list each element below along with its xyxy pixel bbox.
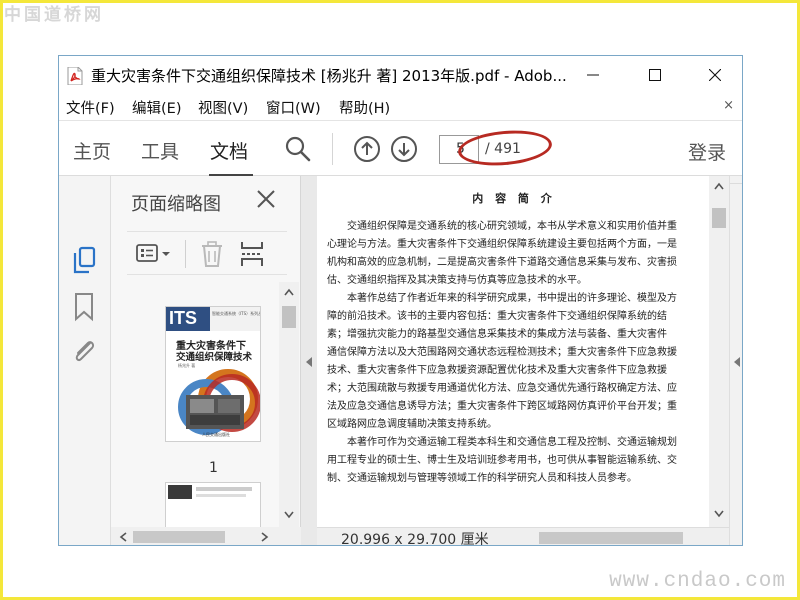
scroll-left-arrow-icon[interactable] xyxy=(119,532,127,542)
title-bar: 重大灾害条件下交通组织保障技术 [杨兆升 著] 2013年版.pdf - Ado… xyxy=(59,56,742,94)
maximize-icon xyxy=(649,69,661,81)
text-line: 心理论与方法。重大灾害条件下交通组织保障系统建设主要包括两个方面，一是 xyxy=(327,239,677,250)
close-icon xyxy=(709,69,721,81)
status-bar: 20.996 x 29.700 厘米 xyxy=(317,527,729,546)
main-toolbar: 主页 工具 文档 5 / 491 登录 xyxy=(59,120,742,177)
right-pane-collapsed xyxy=(729,176,742,545)
text-line: 用工程专业的硕士生、博士生及培训班参考用书，也可供从事智能运输系统、交 xyxy=(327,455,677,466)
delete-page-icon[interactable] xyxy=(199,240,225,268)
right-pane-divider xyxy=(730,176,742,184)
cover-publisher: 人民交通出版社 xyxy=(202,432,230,437)
panel-splitter[interactable] xyxy=(301,176,317,545)
menu-window[interactable]: 窗口(W) xyxy=(266,97,321,118)
menu-view[interactable]: 视图(V) xyxy=(198,97,248,118)
paragraph-2: 本著作总结了作者近年来的科学研究成果，书中提出的许多理论、模型及方 障的前沿技术… xyxy=(327,290,711,434)
tab-document[interactable]: 文档 xyxy=(210,137,248,164)
menu-bar: 文件(F) 编辑(E) 视图(V) 窗口(W) 帮助(H) × xyxy=(59,94,742,120)
left-rail xyxy=(59,176,111,545)
cover-logo-text: ITS xyxy=(169,308,198,328)
panel-scroll-thumb[interactable] xyxy=(282,306,296,328)
panel-close-icon[interactable] xyxy=(255,188,277,210)
toolbar-separator xyxy=(332,133,333,165)
menu-help[interactable]: 帮助(H) xyxy=(339,97,390,118)
panel-toolbar-separator xyxy=(185,240,186,268)
tab-home[interactable]: 主页 xyxy=(73,137,111,164)
document-view: 内 容 简 介 交通组织保障是交通系统的核心研究领域，本书从学术意义和实用价值并… xyxy=(317,176,729,546)
scroll-down-arrow-icon[interactable] xyxy=(714,510,724,518)
cover-author: 杨兆升 著 xyxy=(178,363,196,368)
cover-series-text: 智能交通系统（ITS）系列丛书 xyxy=(212,311,260,316)
text-line: 本著作可作为交通运输工程类本科生和交通信息工程及控制、交通运输规划 xyxy=(327,437,677,448)
panel-horizontal-scrollbar[interactable] xyxy=(111,527,301,545)
document-hscroll-thumb[interactable] xyxy=(539,532,683,544)
menu-edit[interactable]: 编辑(E) xyxy=(132,97,181,118)
scroll-down-arrow-icon[interactable] xyxy=(284,511,294,519)
thumbnail-panel: 页面缩略图 ITS 智能交通系统（ITS）系列 重大灾害条件下 交通组织保障技术… xyxy=(111,176,301,545)
text-line: 区域路网应急调度辅助决策支持系统。 xyxy=(327,419,497,430)
panel-hscroll-thumb[interactable] xyxy=(133,531,225,543)
document-heading: 内 容 简 介 xyxy=(472,192,556,205)
window-title: 重大灾害条件下交通组织保障技术 [杨兆升 著] 2013年版.pdf - Ado… xyxy=(91,67,567,85)
insert-page-icon[interactable] xyxy=(239,240,265,268)
panel-title: 页面缩略图 xyxy=(131,194,221,215)
thumbnail-2-line xyxy=(196,494,246,497)
text-line: 术；大范围疏散与救援专用通道优化方法、应急交通优先通行路权确定方法、应 xyxy=(327,383,677,394)
close-window-button[interactable] xyxy=(695,60,735,90)
document-page: 内 容 简 介 交通组织保障是交通系统的核心研究领域，本书从学术意义和实用价值并… xyxy=(317,176,711,527)
document-vertical-scrollbar[interactable] xyxy=(709,176,729,527)
text-line: 制、交通运输规划与管理等领域工作的科学研究人员和科技人员参考。 xyxy=(327,473,637,484)
close-document-button[interactable]: × xyxy=(723,98,734,113)
panel-vertical-scrollbar[interactable] xyxy=(279,282,299,527)
search-icon[interactable] xyxy=(284,135,312,163)
collapse-panel-arrow-icon[interactable] xyxy=(305,356,313,368)
page-thumbnails-icon[interactable] xyxy=(71,246,97,276)
red-highlight-ellipse xyxy=(456,126,554,170)
page-size-label: 20.996 x 29.700 厘米 xyxy=(341,532,489,546)
thumbnail-options-icon[interactable] xyxy=(135,242,173,266)
text-line: 估、交通组织指挥及其决策支持与仿真等应急技术的水平。 xyxy=(327,275,587,286)
text-line: 素；增强抗灾能力的路基型交通信息采集技术的集成方法与装备、重大灾害件 xyxy=(327,329,667,340)
page-up-icon[interactable] xyxy=(353,135,381,163)
thumbnail-list: ITS 智能交通系统（ITS）系列丛书 重大灾害条件下 交通组织保障技术 杨兆升… xyxy=(111,282,301,527)
minimize-button[interactable] xyxy=(573,60,613,90)
text-line: 交通组织保障是交通系统的核心研究领域，本书从学术意义和实用价值并重 xyxy=(327,221,677,232)
thumbnail-label: 1 xyxy=(209,460,218,476)
text-line: 技术、重大灾害条件下应急救援资源配置优化技术及重大灾害条件下应急救援 xyxy=(327,365,667,376)
paragraph-3: 本著作可作为交通运输工程类本科生和交通信息工程及控制、交通运输规划 用工程专业的… xyxy=(327,434,711,488)
maximize-button[interactable] xyxy=(635,60,675,90)
text-line: 障的前沿技术。该书的主要内容包括：重大灾害条件下交通组织保障系统的结 xyxy=(327,311,667,322)
document-scroll-thumb[interactable] xyxy=(712,208,726,228)
scroll-right-arrow-icon[interactable] xyxy=(261,532,269,542)
watermark-top: 中国道桥网 xyxy=(4,5,104,25)
thumbnail-2-graphic xyxy=(168,485,192,499)
watermark-bottom: www.cndao.com xyxy=(609,570,786,593)
text-line: 法及应急交通信息诱导方法；重大灾害条件下跨区域路网仿真评价平台开发；重 xyxy=(327,401,677,412)
attachment-icon[interactable] xyxy=(70,336,98,366)
pdf-file-icon xyxy=(67,67,83,85)
paragraph-1: 交通组织保障是交通系统的核心研究领域，本书从学术意义和实用价值并重 心理论与方法… xyxy=(327,218,711,290)
acrobat-window: 重大灾害条件下交通组织保障技术 [杨兆升 著] 2013年版.pdf - Ado… xyxy=(58,55,743,546)
cover-title-line-2: 交通组织保障技术 xyxy=(176,352,253,363)
page-thumbnail-2[interactable] xyxy=(165,482,261,527)
panel-toolbar xyxy=(127,231,287,275)
scroll-up-arrow-icon[interactable] xyxy=(284,288,294,296)
menu-file[interactable]: 文件(F) xyxy=(66,97,115,118)
thumbnail-2-line xyxy=(196,487,252,491)
bookmark-icon[interactable] xyxy=(73,292,95,322)
login-button[interactable]: 登录 xyxy=(688,138,726,165)
tab-tools[interactable]: 工具 xyxy=(141,137,179,164)
text-line: 本著作总结了作者近年来的科学研究成果，书中提出的许多理论、模型及方 xyxy=(327,293,677,304)
expand-right-pane-arrow-icon[interactable] xyxy=(733,356,741,368)
minimize-icon xyxy=(587,74,599,76)
page-down-icon[interactable] xyxy=(390,135,418,163)
text-line: 通信保障方法以及大范围路网交通状态远程检测技术；重大灾害条件下应急救援 xyxy=(327,347,677,358)
text-line: 机构和高效的应急机制，二是提高灾害条件下道路交通信息采集与发布、灾害损 xyxy=(327,257,677,268)
page-thumbnail-1[interactable]: ITS 智能交通系统（ITS）系列丛书 重大灾害条件下 交通组织保障技术 杨兆升… xyxy=(165,306,261,442)
scroll-up-arrow-icon[interactable] xyxy=(714,182,724,190)
